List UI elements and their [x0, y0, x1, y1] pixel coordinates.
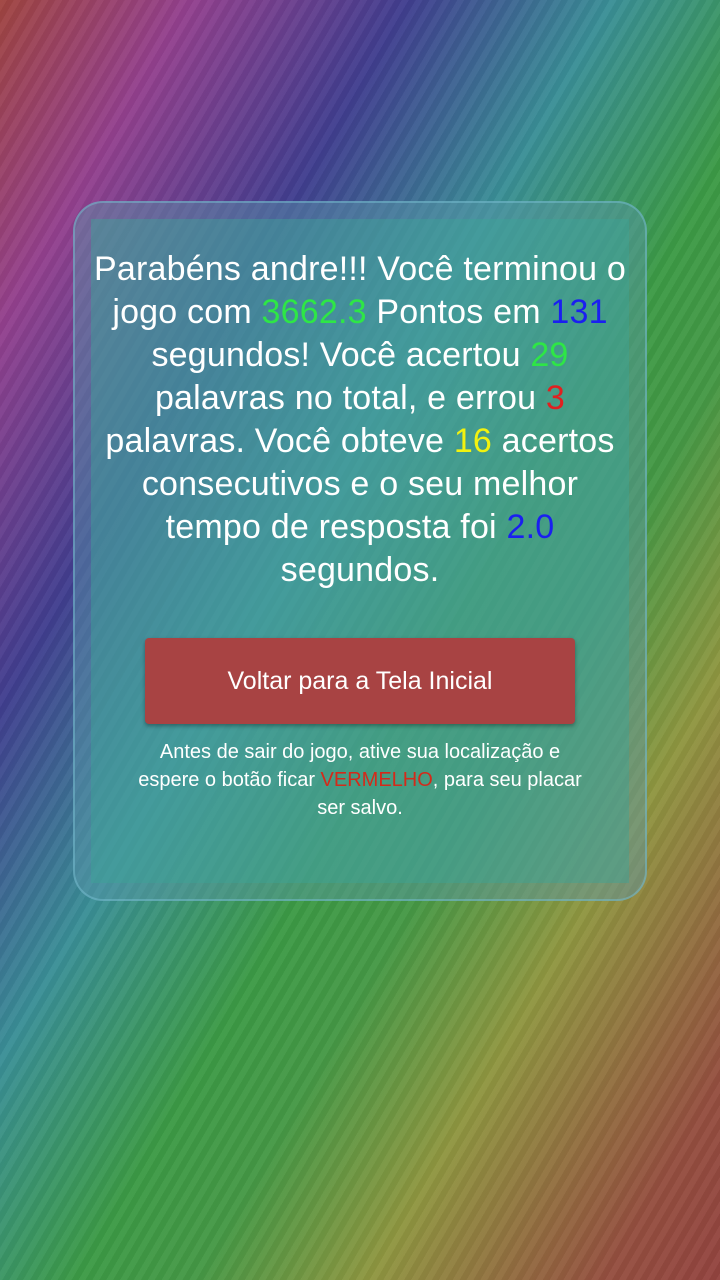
result-text-4: palavras no total, e errou [154, 379, 546, 417]
result-text-3: segundos! Você acertou [151, 336, 531, 374]
result-text-5: palavras. Você obteve [105, 422, 454, 460]
error-count: 3 [545, 379, 566, 417]
result-message: Parabéns andre!!! Você terminou o jogo c… [92, 248, 628, 592]
streak-count: 16 [453, 422, 493, 460]
seconds-value: 131 [550, 293, 608, 331]
result-text-2: Pontos em [366, 293, 551, 331]
note-highlight-red: VERMELHO [320, 769, 433, 791]
best-time-value: 2.0 [506, 508, 555, 546]
result-text-7: segundos. [280, 551, 440, 589]
points-value: 3662.3 [261, 293, 367, 331]
save-score-note: Antes de sair do jogo, ative sua localiz… [130, 738, 590, 822]
correct-count: 29 [530, 336, 569, 374]
back-to-home-button[interactable]: Voltar para a Tela Inicial [145, 638, 575, 724]
